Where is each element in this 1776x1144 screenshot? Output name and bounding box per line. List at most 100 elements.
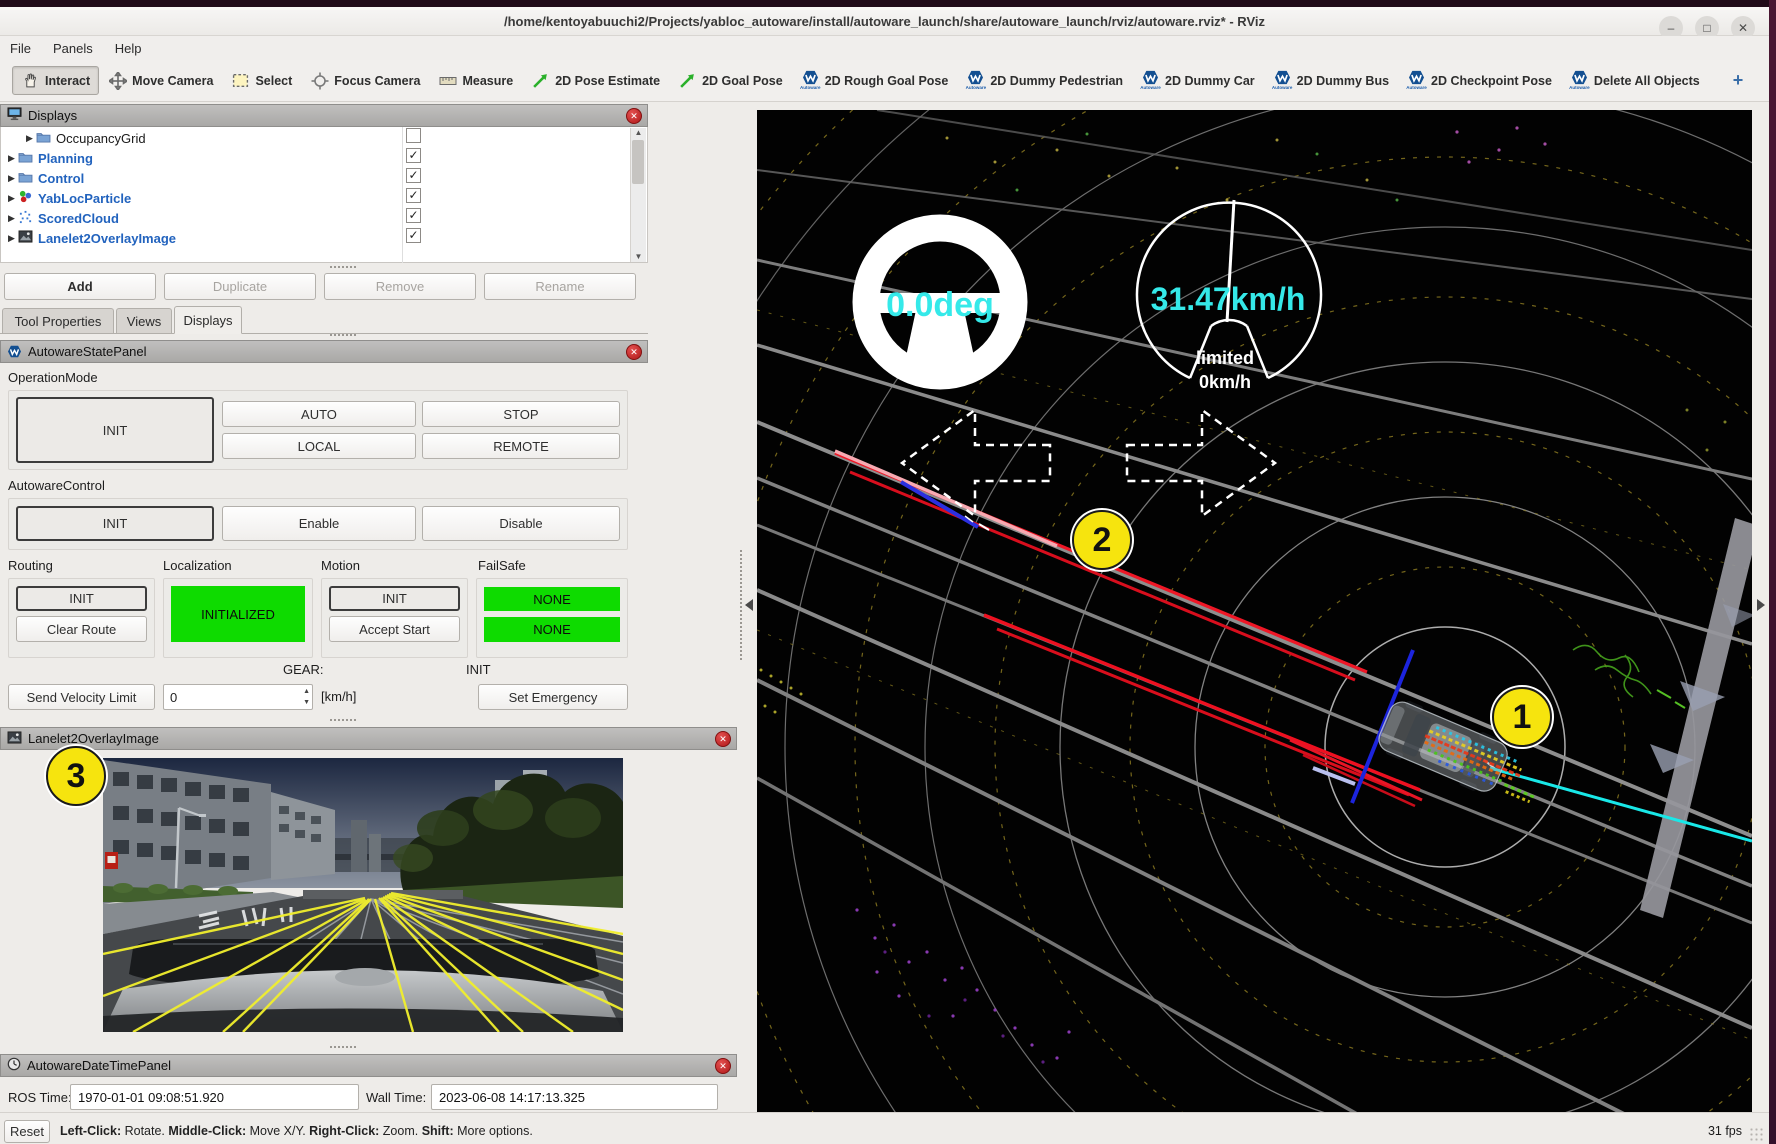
tool-focus-camera[interactable]: Focus Camera: [301, 66, 429, 95]
checkbox-planning[interactable]: ✓: [406, 148, 421, 163]
tool-interact[interactable]: Interact: [12, 66, 99, 95]
tool-2d-checkpoint-pose[interactable]: Autoware 2D Checkpoint Pose: [1398, 66, 1561, 95]
resize-grip[interactable]: [1749, 1127, 1765, 1141]
splitter-handle[interactable]: [330, 1046, 356, 1048]
checkbox-occupancygrid[interactable]: [406, 128, 421, 143]
steering-angle-value: 0.0deg: [886, 286, 994, 324]
menu-panels[interactable]: Panels: [53, 41, 93, 56]
tool-move-camera[interactable]: Move Camera: [99, 66, 222, 95]
panel-splitter[interactable]: [740, 550, 742, 660]
tab-tool-properties[interactable]: Tool Properties: [2, 308, 114, 333]
add-tool-button[interactable]: +: [1723, 68, 1754, 93]
tab-displays[interactable]: Displays: [174, 306, 242, 334]
steering-wheel-icon: 0.0deg: [866, 228, 1014, 376]
accept-start-button[interactable]: Accept Start: [329, 616, 460, 642]
displays-panel-header[interactable]: Displays ✕: [0, 104, 648, 127]
select-box-icon: [231, 71, 250, 90]
cross-road-band: [1640, 518, 1752, 918]
tool-2d-rough-goal-pose[interactable]: Autoware 2D Rough Goal Pose: [792, 66, 958, 95]
chevron-right-icon[interactable]: ▶: [8, 213, 18, 224]
failsafe-state-1: NONE: [484, 587, 620, 611]
splitter-handle[interactable]: [330, 334, 356, 336]
image-icon: [7, 731, 22, 747]
chevron-right-icon[interactable]: ▶: [8, 153, 18, 164]
toolbar: Interact Move Camera Select Focus Camera…: [0, 60, 1769, 102]
collapse-right-icon[interactable]: [1757, 599, 1765, 611]
autoware-control-state: INIT: [16, 506, 214, 541]
autoware-logo-icon: Autoware: [800, 70, 821, 91]
titlebar[interactable]: /home/kentoyabuuchi2/Projects/yabloc_aut…: [0, 7, 1769, 36]
remote-button[interactable]: REMOTE: [422, 433, 620, 459]
remove-display-button[interactable]: Remove: [324, 273, 476, 300]
checkbox-scoredcloud-yabloc[interactable]: ✓: [406, 188, 421, 203]
tool-measure[interactable]: Measure: [429, 66, 522, 95]
tree-item-occupancygrid[interactable]: ▶ OccupancyGrid: [26, 128, 146, 148]
stepper-arrows-icon[interactable]: ▲▼: [303, 686, 310, 708]
tree-item-lanelet2overlayimage[interactable]: ▶ Lanelet2OverlayImage: [8, 228, 176, 248]
3d-viewport[interactable]: 0.0deg 31.47km/h limited 0km/h: [757, 110, 1752, 1112]
tool-2d-dummy-car[interactable]: Autoware 2D Dummy Car: [1132, 66, 1264, 95]
splitter-handle[interactable]: [330, 266, 356, 268]
tool-2d-goal-pose[interactable]: 2D Goal Pose: [669, 66, 792, 95]
ros-time-field[interactable]: 1970-01-01 09:08:51.920: [70, 1084, 359, 1110]
tool-2d-dummy-pedestrian[interactable]: Autoware 2D Dummy Pedestrian: [957, 66, 1132, 95]
tool-select[interactable]: Select: [222, 66, 301, 95]
checkbox-lanelet2overlayimage[interactable]: ✓: [406, 228, 421, 243]
close-icon[interactable]: ✕: [715, 731, 731, 747]
rename-display-button[interactable]: Rename: [484, 273, 636, 300]
tool-2d-pose-estimate[interactable]: 2D Pose Estimate: [522, 66, 669, 95]
menu-help[interactable]: Help: [115, 41, 142, 56]
tree-item-control[interactable]: ▶ Control: [8, 168, 84, 188]
local-button[interactable]: LOCAL: [222, 433, 416, 459]
tool-delete-all-objects[interactable]: Autoware Delete All Objects: [1561, 66, 1709, 95]
wall-time-label: Wall Time:: [366, 1090, 426, 1105]
tab-views[interactable]: Views: [116, 308, 172, 333]
duplicate-display-button[interactable]: Duplicate: [164, 273, 316, 300]
tree-item-scoredcloud[interactable]: ▶ ScoredCloud: [8, 208, 119, 228]
routing-state: INIT: [16, 586, 147, 611]
tool-2d-dummy-bus[interactable]: Autoware 2D Dummy Bus: [1264, 66, 1398, 95]
move-icon: [108, 71, 127, 90]
send-velocity-limit-button[interactable]: Send Velocity Limit: [8, 684, 155, 710]
checkbox-scoredcloud[interactable]: ✓: [406, 208, 421, 223]
reset-button[interactable]: Reset: [4, 1120, 50, 1143]
tree-item-yablocparticle[interactable]: ▶ YabLocParticle: [8, 188, 131, 208]
gear-state: INIT: [466, 662, 491, 677]
checkbox-control[interactable]: ✓: [406, 168, 421, 183]
state-panel-header[interactable]: AutowareStatePanel ✕: [0, 340, 648, 363]
state-panel-title: AutowareStatePanel: [28, 344, 147, 359]
image-panel-header[interactable]: Lanelet2OverlayImage ✕: [0, 727, 737, 750]
auto-button[interactable]: AUTO: [222, 401, 416, 427]
motion-state: INIT: [329, 586, 460, 611]
ros-time-label: ROS Time:: [8, 1090, 72, 1105]
clear-route-button[interactable]: Clear Route: [16, 616, 147, 642]
chevron-right-icon[interactable]: ▶: [8, 193, 18, 204]
disable-button[interactable]: Disable: [422, 506, 620, 541]
remove-tool-button[interactable]: −: [1767, 68, 1776, 93]
speed-limit-value: 0km/h: [1199, 372, 1251, 392]
wall-time-field[interactable]: 2023-06-08 14:17:13.325: [431, 1084, 718, 1110]
velocity-limit-stepper[interactable]: 0 ▲▼: [163, 684, 313, 710]
close-icon[interactable]: ✕: [626, 108, 642, 124]
stop-button[interactable]: STOP: [422, 401, 620, 427]
add-display-button[interactable]: Add: [4, 273, 156, 300]
close-icon[interactable]: ✕: [626, 344, 642, 360]
camera-overlay-image: [103, 758, 623, 1032]
chevron-right-icon[interactable]: ▶: [8, 233, 18, 244]
tree-column-divider: [402, 127, 403, 263]
turn-signal-arrows: [902, 410, 1275, 516]
menu-file[interactable]: File: [10, 41, 31, 56]
collapse-left-icon[interactable]: [745, 599, 753, 611]
autoware-logo-icon: Autoware: [1140, 70, 1161, 91]
tree-scrollbar-thumb[interactable]: [632, 140, 644, 184]
enable-button[interactable]: Enable: [222, 506, 416, 541]
chevron-right-icon[interactable]: ▶: [8, 173, 18, 184]
close-icon[interactable]: ✕: [715, 1058, 731, 1074]
tree-item-planning[interactable]: ▶ Planning: [8, 148, 93, 168]
set-emergency-button[interactable]: Set Emergency: [478, 684, 628, 710]
annotation-badge-3: 3: [46, 746, 106, 806]
datetime-panel-header[interactable]: AutowareDateTimePanel ✕: [0, 1054, 737, 1077]
splitter-handle[interactable]: [330, 719, 356, 721]
chevron-right-icon[interactable]: ▶: [26, 133, 36, 144]
folder-icon: [18, 171, 33, 186]
